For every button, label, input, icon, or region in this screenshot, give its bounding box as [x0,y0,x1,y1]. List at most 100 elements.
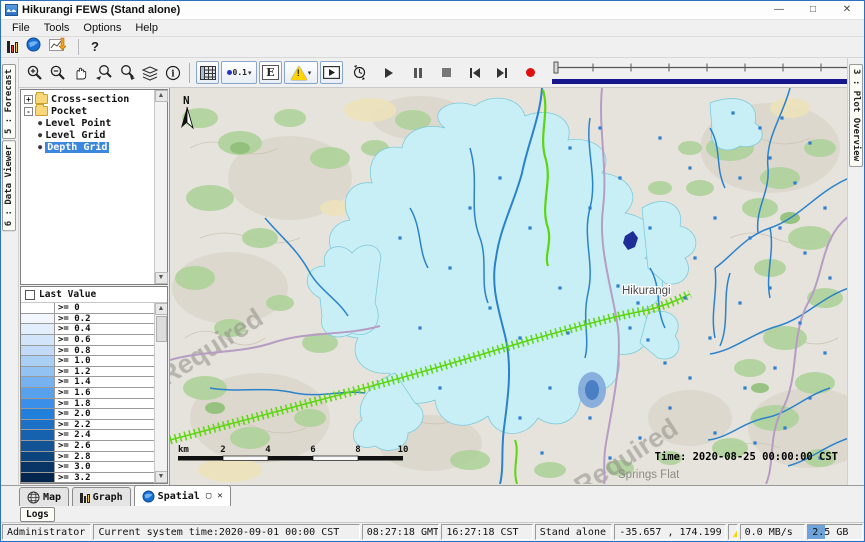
expand-icon[interactable]: + [24,95,33,104]
statistics-icon[interactable] [7,40,18,53]
menu-file[interactable]: File [6,21,36,35]
legend-row[interactable]: >= 0 [21,303,154,314]
spatial-map[interactable]: API Key Required API Key Required [169,88,847,485]
zoom-previous-icon[interactable] [92,61,115,84]
legend-label: >= 2.0 [55,409,91,419]
legend-row[interactable]: >= 0.4 [21,324,154,335]
bullet-icon: ● [38,131,42,139]
legend-row[interactable]: >= 3.0 [21,462,154,473]
collapse-icon[interactable]: - [24,107,33,116]
menu-tools[interactable]: Tools [38,21,76,35]
status-warning-cell[interactable] [728,524,738,540]
legend-row[interactable]: >= 0.8 [21,346,154,357]
tree-item-label: Cross-section [51,94,129,105]
folder-icon [35,94,48,104]
legend-swatch [21,367,55,377]
legend-row[interactable]: >= 2.2 [21,420,154,431]
legend-row[interactable]: >= 1.2 [21,367,154,378]
help-button[interactable]: ? [91,39,99,54]
tab-graph[interactable]: Graph [72,487,131,506]
tree-item-level-grid[interactable]: ● Level Grid [24,129,154,141]
maximize-button[interactable]: □ [796,1,830,19]
town-label: Hikurangi [622,285,671,297]
pause-button[interactable] [406,61,429,84]
tree-item-label: Level Point [45,118,111,129]
legend-row[interactable]: >= 0.2 [21,314,154,325]
legend-row[interactable]: >= 2.0 [21,409,154,420]
legend-label: >= 1.6 [55,388,91,398]
legend-label: >= 2.4 [55,430,91,440]
svg-text:6: 6 [310,445,315,455]
last-value-label: Last Value [39,289,96,300]
tree-item-depth-grid[interactable]: ● Depth Grid [24,141,154,153]
pan-hand-icon[interactable] [69,61,92,84]
animation-window-button[interactable] [320,61,343,84]
stop-button[interactable] [435,61,458,84]
zoom-next-icon[interactable] [115,61,138,84]
grid-display-button[interactable] [196,61,219,84]
zoom-in-icon[interactable] [23,61,46,84]
step-back-button[interactable] [463,61,486,84]
tree-item-pocket[interactable]: - Pocket [24,105,154,117]
legend-panel: Last Value >= 0>= 0.2>= 0.4>= 0.6>= 0.8>… [20,286,168,484]
svg-text:km: km [178,445,189,455]
close-button[interactable]: ✕ [830,1,864,19]
scroll-up-icon[interactable]: ▲ [155,90,168,102]
profile-chart-icon[interactable] [49,37,66,57]
scroll-thumb[interactable] [156,316,167,342]
labels-button[interactable]: E [259,61,282,84]
legend-class-list: >= 0>= 0.2>= 0.4>= 0.6>= 0.8>= 1.0>= 1.2… [21,303,154,483]
blue-globe-icon [142,490,155,503]
tree-scrollbar[interactable]: ▲ ▼ [154,90,167,284]
logs-button[interactable]: Logs [20,507,55,522]
status-bar: Administrator Current system time:2020-0… [1,523,864,541]
legend-row[interactable]: >= 1.0 [21,356,154,367]
status-network-rate: 0.0 MB/s [740,524,806,540]
scroll-down-icon[interactable]: ▼ [155,471,168,483]
legend-swatch [21,314,55,324]
minimize-button[interactable]: — [762,1,796,19]
scroll-up-icon[interactable]: ▲ [155,303,168,315]
status-mode: Stand alone [535,524,613,540]
legend-swatch [21,377,55,387]
svg-text:4: 4 [265,445,271,455]
legend-row[interactable]: >= 3.2 [21,473,154,484]
animation-settings-icon[interactable] [348,61,371,84]
threshold-dropdown[interactable]: 0.1 ▾ [221,61,257,84]
menu-options[interactable]: Options [77,21,127,35]
last-value-checkbox[interactable] [25,290,35,300]
toolbar-separator [78,39,79,55]
warnings-dropdown[interactable]: ▾ [284,61,318,84]
chevron-down-icon: ▾ [248,69,252,77]
legend-row[interactable]: >= 1.6 [21,388,154,399]
map-display-icon[interactable] [26,37,41,57]
step-forward-button[interactable] [490,61,513,84]
legend-swatch [21,430,55,440]
legend-scrollbar[interactable]: ▲ ▼ [154,303,167,483]
tab-spatial[interactable]: Spatial ▢ ✕ [134,485,231,506]
tab-close-icon[interactable]: ✕ [217,491,222,501]
legend-row[interactable]: >= 2.8 [21,452,154,463]
tab-plot-overview[interactable]: 3 : Plot Overview [849,64,863,166]
record-button[interactable] [519,61,542,84]
folder-icon [35,106,48,116]
right-tab-strip: 3 : Plot Overview [847,58,864,485]
tab-map[interactable]: Map [19,487,69,506]
filter-tree: + Cross-section - Pocket ● [20,89,168,285]
timeline-slider[interactable] [552,61,865,84]
legend-row[interactable]: >= 0.6 [21,335,154,346]
legend-row[interactable]: >= 2.4 [21,430,154,441]
legend-row[interactable]: >= 2.6 [21,441,154,452]
tree-item-level-point[interactable]: ● Level Point [24,117,154,129]
layers-icon[interactable] [138,61,161,84]
tab-data-viewer[interactable]: 6 : Data Viewer [2,140,16,231]
play-button[interactable] [377,61,400,84]
legend-row[interactable]: >= 1.8 [21,399,154,410]
scroll-down-icon[interactable]: ▼ [155,272,168,284]
menu-help[interactable]: Help [129,21,164,35]
zoom-out-icon[interactable] [46,61,69,84]
info-icon[interactable]: i [161,61,184,84]
legend-row[interactable]: >= 1.4 [21,377,154,388]
tab-forecast[interactable]: 5 : Forecast [2,64,16,139]
tab-maximize-icon[interactable]: ▢ [206,491,211,501]
